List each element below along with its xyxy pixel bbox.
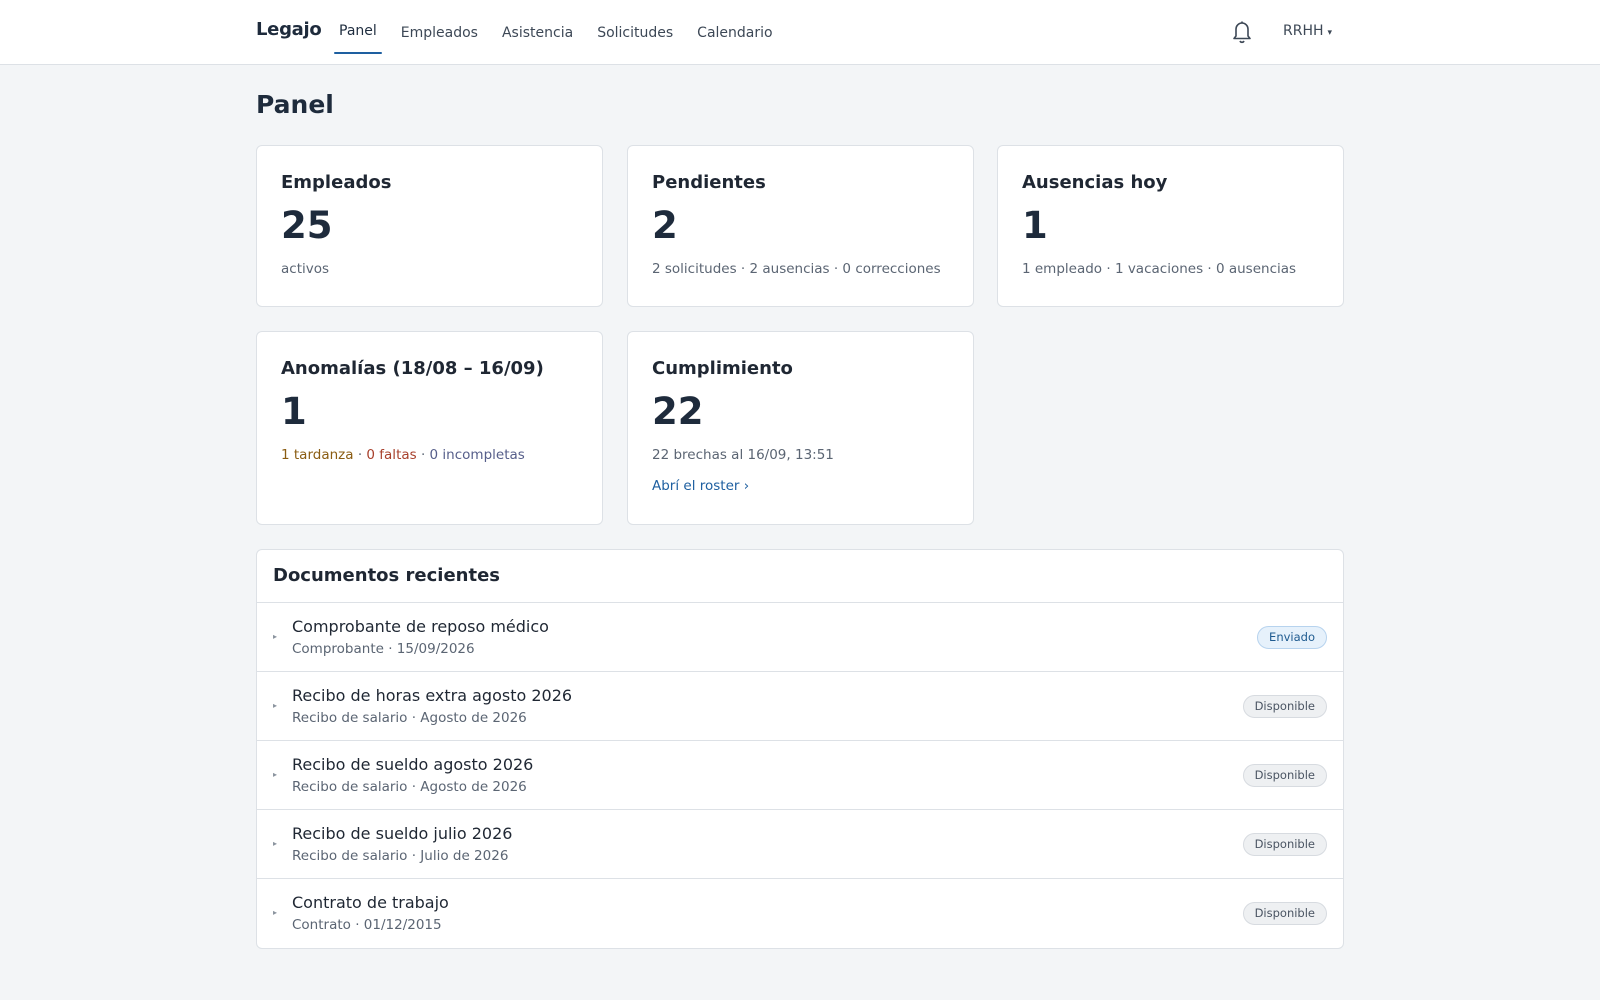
document-meta: Recibo de salario · Julio de 2026 [292, 848, 509, 864]
separator: · [353, 446, 367, 463]
tardanza-count: 1 tardanza [281, 446, 354, 463]
card-value: 1 [1022, 204, 1048, 247]
status-badge: Disponible [1242, 902, 1327, 925]
status-badge: Disponible [1242, 833, 1327, 856]
card-subtitle: 22 brechas al 16/09, 13:51 [652, 446, 834, 463]
card-ausencias-hoy[interactable]: Ausencias hoy 1 1 empleado · 1 vacacione… [997, 145, 1344, 307]
document-meta: Recibo de salario · Agosto de 2026 [292, 710, 527, 726]
card-title: Anomalías (18/08 – 16/09) [281, 358, 544, 379]
card-value: 22 [652, 390, 704, 433]
card-cumplimiento: Cumplimiento 22 22 brechas al 16/09, 13:… [627, 331, 974, 525]
main-nav: Panel Empleados Asistencia Solicitudes C… [334, 0, 792, 65]
card-value: 25 [281, 204, 333, 247]
card-title: Cumplimiento [652, 358, 793, 379]
document-name: Recibo de sueldo julio 2026 [292, 824, 513, 843]
card-title: Ausencias hoy [1022, 172, 1168, 193]
section-title: Documentos recientes [257, 550, 1343, 603]
user-menu[interactable]: RRHH ▾ [1283, 23, 1332, 39]
page-title: Panel [256, 90, 334, 119]
status-badge: Enviado [1257, 626, 1327, 649]
nav-item-panel[interactable]: Panel [334, 0, 382, 65]
nav-item-empleados[interactable]: Empleados [396, 0, 483, 65]
bell-icon[interactable] [1230, 18, 1254, 44]
document-name: Recibo de sueldo agosto 2026 [292, 755, 534, 774]
card-title: Empleados [281, 172, 392, 193]
nav-item-asistencia[interactable]: Asistencia [497, 0, 578, 65]
chevron-down-icon: ▾ [1327, 28, 1333, 38]
document-name: Recibo de horas extra agosto 2026 [292, 686, 573, 705]
card-title: Pendientes [652, 172, 766, 193]
document-row[interactable]: ▸ Comprobante de reposo médico Comproban… [257, 603, 1343, 672]
document-meta: Comprobante · 15/09/2026 [292, 641, 475, 657]
document-row[interactable]: ▸ Recibo de sueldo agosto 2026 Recibo de… [257, 741, 1343, 810]
card-subtitle: 1 tardanza · 0 faltas · 0 incompletas [281, 447, 578, 463]
brand-logo[interactable]: Legajo [256, 19, 322, 40]
status-badge: Disponible [1242, 695, 1327, 718]
recent-documents-panel: Documentos recientes ▸ Comprobante de re… [256, 549, 1344, 949]
nav-item-calendario[interactable]: Calendario [692, 0, 777, 65]
status-badge: Disponible [1242, 764, 1327, 787]
document-meta: Contrato · 01/12/2015 [292, 917, 442, 933]
card-subtitle: activos [281, 260, 330, 277]
nav-item-solicitudes[interactable]: Solicitudes [592, 0, 678, 65]
document-name: Comprobante de reposo médico [292, 617, 549, 636]
card-anomalias[interactable]: Anomalías (18/08 – 16/09) 1 1 tardanza ·… [256, 331, 603, 525]
document-meta: Recibo de salario · Agosto de 2026 [292, 779, 527, 795]
chevron-right-icon: ▸ [273, 770, 278, 779]
user-menu-label: RRHH [1283, 23, 1324, 39]
top-navbar: Legajo Panel Empleados Asistencia Solici… [0, 0, 1600, 65]
faltas-count: 0 faltas [366, 446, 417, 463]
separator: · [416, 446, 430, 463]
document-row[interactable]: ▸ Recibo de horas extra agosto 2026 Reci… [257, 672, 1343, 741]
chevron-right-icon: ▸ [273, 632, 278, 641]
chevron-right-icon: ▸ [273, 839, 278, 848]
open-roster-link[interactable]: Abrí el roster › [652, 478, 749, 494]
card-empleados[interactable]: Empleados 25 activos [256, 145, 603, 307]
card-subtitle: 1 empleado · 1 vacaciones · 0 ausencias [1022, 260, 1297, 277]
document-row[interactable]: ▸ Recibo de sueldo julio 2026 Recibo de … [257, 810, 1343, 879]
card-value: 1 [281, 390, 307, 433]
document-row[interactable]: ▸ Contrato de trabajo Contrato · 01/12/2… [257, 879, 1343, 948]
document-name: Contrato de trabajo [292, 893, 449, 912]
incompletas-count: 0 incompletas [429, 446, 525, 463]
chevron-right-icon: ▸ [273, 908, 278, 917]
card-subtitle: 2 solicitudes · 2 ausencias · 0 correcci… [652, 260, 941, 277]
card-value: 2 [652, 204, 678, 247]
card-pendientes[interactable]: Pendientes 2 2 solicitudes · 2 ausencias… [627, 145, 974, 307]
chevron-right-icon: ▸ [273, 701, 278, 710]
